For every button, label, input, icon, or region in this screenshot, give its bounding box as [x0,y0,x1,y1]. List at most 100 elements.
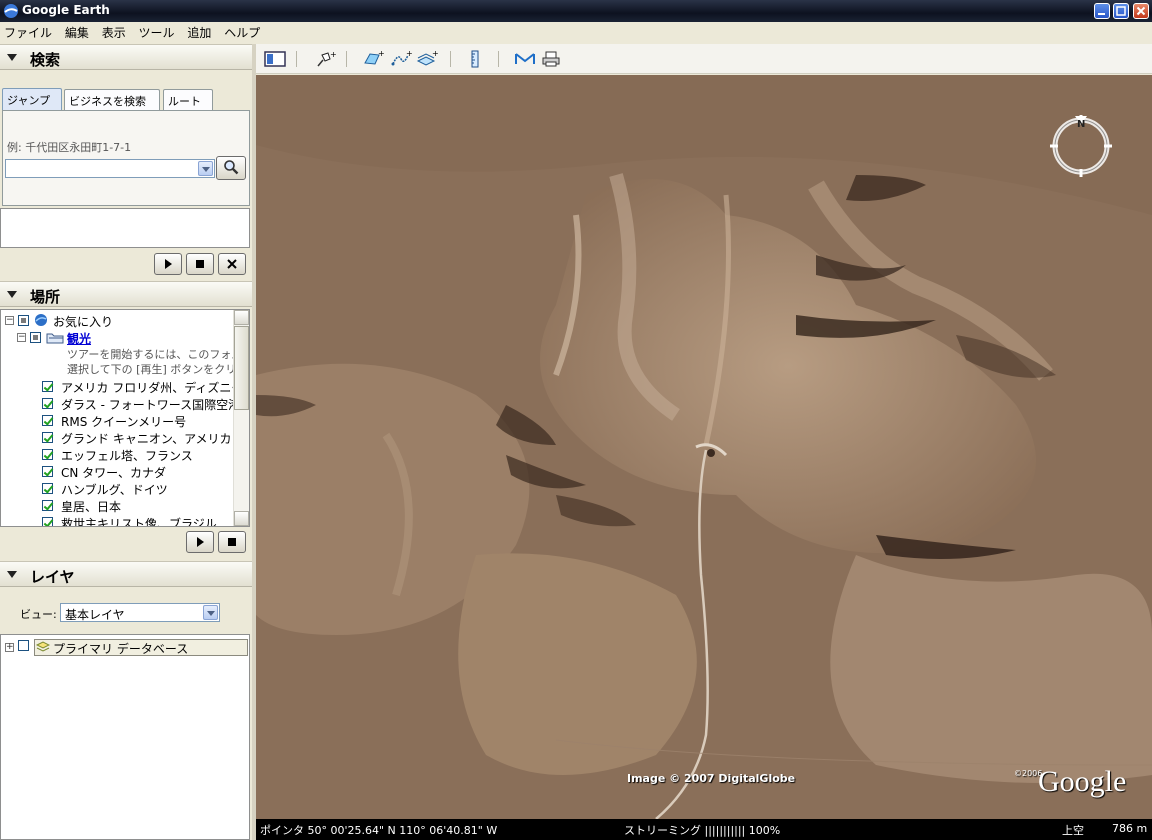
toolbar-separator [296,51,297,67]
menu-edit[interactable]: 編集 [61,22,94,41]
minimize-button[interactable] [1094,3,1110,19]
tree-item-favorites[interactable]: − お気に入り [1,312,233,329]
list-item[interactable]: CN タワー、カナダ [1,463,233,480]
layers-stack-icon [35,641,51,657]
folder-link[interactable]: 観光 [67,330,91,347]
add-placemark-button[interactable]: + [314,49,336,69]
polygon-icon: + [364,49,384,65]
checkbox[interactable] [42,517,53,526]
stop-tour-button[interactable] [218,531,246,553]
add-polygon-button[interactable]: + [362,49,384,69]
menu-file[interactable]: ファイル [0,22,57,41]
search-history-dropdown[interactable] [198,161,213,176]
status-bar: ポインタ 50° 00'25.64" N 110° 06'40.81" W スト… [256,819,1152,840]
expand-toggle[interactable]: − [5,316,14,325]
toolbar-separator [346,51,347,67]
toolbar-separator [450,51,451,67]
checkbox[interactable] [42,415,53,426]
folder-icon [46,331,64,347]
close-x-icon [227,259,237,269]
ruler-button[interactable] [464,49,486,69]
menu-help[interactable]: ヘルプ [220,22,265,41]
tree-item-primary-db[interactable]: + プライマリ データベース [1,639,249,656]
print-button[interactable] [540,49,562,69]
tab-directions[interactable]: ルート [163,89,213,111]
compass-north-label: N [1077,119,1086,130]
list-item[interactable]: ハンブルグ、ドイツ [1,480,233,497]
checkbox[interactable] [42,500,53,511]
list-item[interactable]: エッフェル塔、フランス [1,446,233,463]
checkbox[interactable] [42,398,53,409]
svg-text:+: + [378,49,384,58]
svg-text:+: + [432,49,438,58]
placemark-pushpin-icon: + [317,50,336,67]
maximize-button[interactable] [1113,3,1129,19]
stop-button[interactable] [186,253,214,275]
altitude-value: 786 m [1112,822,1148,835]
image-overlay-icon: + [416,49,438,66]
scroll-thumb[interactable] [234,326,249,410]
checkbox[interactable] [42,432,53,443]
collapse-triangle-icon[interactable] [7,571,17,578]
search-panel-header[interactable]: 検索 [0,44,252,70]
list-item[interactable]: グランド キャニオン、アメリカ [1,429,233,446]
layer-view-select[interactable]: 基本レイヤ [60,603,220,622]
chevron-down-icon[interactable] [203,605,218,620]
checkbox[interactable] [30,332,41,343]
compass-navigation-control[interactable]: N [1048,113,1114,179]
places-panel-header[interactable]: 場所 [0,281,252,307]
add-image-overlay-button[interactable]: + [416,49,438,69]
layers-panel-header[interactable]: レイヤ [0,561,252,587]
email-icon [515,53,535,64]
layers-tree[interactable]: + プライマリ データベース [0,634,250,840]
search-button[interactable] [216,156,246,180]
window-title: Google Earth [22,3,110,17]
google-earth-app-icon [3,3,19,19]
checkbox[interactable] [42,449,53,460]
search-results-list[interactable] [0,208,250,248]
list-item[interactable]: アメリカ フロリダ州、ディズニーランド [1,378,249,395]
tab-fly-to[interactable]: ジャンプ [2,88,62,111]
search-tab-pane: 例: 千代田区永田町1-7-1 [2,110,250,206]
checkbox[interactable] [42,483,53,494]
svg-text:+: + [330,50,336,59]
map-view[interactable]: N Image © 2007 DigitalGlobe ©2006 Google [256,75,1152,819]
clear-button[interactable] [218,253,246,275]
places-tree[interactable]: − お気に入り − 観光 ツアーを開始するには、このフォル 選択して下の [再生… [0,309,250,527]
search-input[interactable] [5,159,215,178]
stop-icon [196,260,204,268]
email-button[interactable] [514,49,536,69]
sidebar-toggle-button[interactable] [264,49,286,69]
expand-toggle[interactable]: − [17,333,26,342]
collapse-triangle-icon[interactable] [7,291,17,298]
menu-add[interactable]: 追加 [183,22,216,41]
places-scrollbar[interactable] [233,310,249,526]
play-tour-button[interactable] [186,531,214,553]
checkbox[interactable] [42,381,53,392]
list-item[interactable]: 救世主キリスト像、ブラジル [1,514,233,526]
tree-item-sightseeing[interactable]: − 観光 [1,329,233,346]
list-item[interactable]: 皇居、日本 [1,497,233,514]
list-item[interactable]: ダラス - フォートワース国際空港 [1,395,240,412]
expand-toggle[interactable]: + [5,643,14,652]
sidebar: 検索 ジャンプ ビジネスを検索 ルート 例: 千代田区永田町1-7-1 場所 − [0,44,252,840]
play-button[interactable] [154,253,182,275]
menu-bar: ファイル 編集 表示 ツール 追加 ヘルプ [0,22,1152,42]
checkbox[interactable] [18,315,29,326]
add-path-button[interactable]: + [390,49,412,69]
checkbox[interactable] [18,640,29,651]
search-panel-title: 検索 [30,51,61,69]
tab-find-business[interactable]: ビジネスを検索 [64,89,160,111]
globe-icon [34,313,48,330]
map-toolbar: + + + + [256,44,1152,74]
scroll-down-arrow-icon[interactable] [234,511,249,526]
scroll-up-arrow-icon[interactable] [234,310,249,325]
satellite-imagery [256,75,1152,819]
menu-view[interactable]: 表示 [98,22,131,41]
collapse-triangle-icon[interactable] [7,54,17,61]
close-button[interactable] [1133,3,1149,19]
menu-tools[interactable]: ツール [135,22,180,41]
checkbox[interactable] [42,466,53,477]
google-logo: Google [1038,765,1127,798]
list-item[interactable]: RMS クイーンメリー号 [1,412,233,429]
